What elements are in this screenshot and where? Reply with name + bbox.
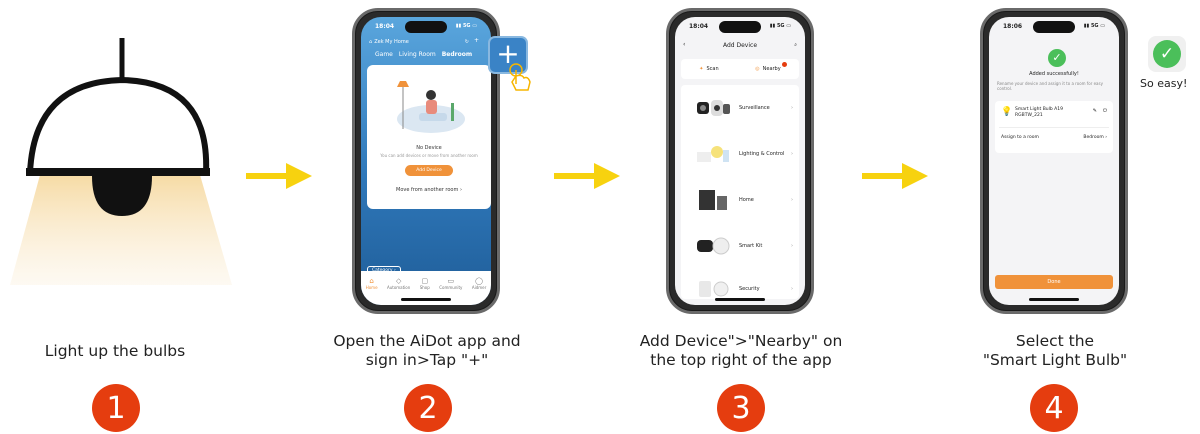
- room-illustration: [397, 81, 465, 133]
- plus-icon-small[interactable]: +: [474, 37, 479, 44]
- status-time: 18:04: [375, 22, 395, 30]
- check-icon: ✓: [1048, 49, 1066, 67]
- nearby-button[interactable]: ◎ Nearby: [755, 62, 787, 72]
- step-4-number: 4: [1030, 384, 1078, 432]
- phone-aidot-home: 18:04 ▮▮ 5G ▭ ⌂ Zek My Home ↻ + Game Livi…: [352, 8, 500, 314]
- edit-icon[interactable]: ✎: [1093, 108, 1097, 114]
- bulb-icon: 💡: [1001, 107, 1013, 117]
- done-button[interactable]: Done: [995, 275, 1113, 289]
- phone-added-success: 18:06 ▮▮ 5G ▭ ✓ Added successfully! Renam…: [980, 8, 1128, 314]
- nearby-icon: ◎: [755, 66, 760, 72]
- home-name[interactable]: Zek My Home: [374, 39, 409, 45]
- device-model: RGBTW_221: [1015, 113, 1043, 118]
- add-device-button[interactable]: Add Device: [405, 165, 453, 176]
- step-2-caption: Open the AiDot app and sign in>Tap "+": [333, 332, 521, 369]
- step-3-number: 3: [717, 384, 765, 432]
- phone-add-device: 18:04 ▮▮ 5G ▭ ‹ Add Device ⌕ ✦ Scan ◎ Nearb…: [666, 8, 814, 314]
- empty-room-card: No Device You can add devices or move fr…: [367, 65, 491, 209]
- device-card: 💡 Smart Light Bulb A19 RGBTW_221 ✎ ⏻ Ass…: [995, 101, 1113, 153]
- refresh-icon[interactable]: ↻: [465, 39, 469, 45]
- so-easy-badge: ✓: [1148, 36, 1186, 72]
- device-name: Smart Light Bulb A19: [1015, 107, 1063, 112]
- arrow-right-icon: [862, 163, 928, 189]
- check-icon: ✓: [1153, 40, 1181, 68]
- category-lighting[interactable]: Lighting & Control ›: [681, 131, 799, 177]
- step-2-number: 2: [404, 384, 452, 432]
- tutorial-steps: 18:04 ▮▮ 5G ▭ ⌂ Zek My Home ↻ + Game Livi…: [0, 0, 1200, 434]
- so-easy-text: So easy!: [1140, 77, 1188, 90]
- assign-room-label: Assign to a room: [1001, 135, 1039, 140]
- search-icon[interactable]: ⌕: [794, 42, 797, 48]
- category-surveillance[interactable]: Surveillance ›: [681, 85, 799, 131]
- step-4-caption: Select the "Smart Light Bulb": [982, 332, 1128, 369]
- rename-hint: Rename your device and assign it to a ro…: [997, 81, 1103, 91]
- status-time: 18:04: [689, 22, 709, 30]
- lamp-illustration: [10, 38, 232, 285]
- move-from-room-link[interactable]: Move from another room ›: [367, 187, 491, 193]
- status-time: 18:06: [1003, 22, 1023, 30]
- power-icon[interactable]: ⏻: [1103, 108, 1107, 114]
- empty-desc: You can add devices or move from another…: [380, 153, 478, 158]
- scan-button[interactable]: ✦ Scan: [699, 66, 718, 72]
- arrow-right-icon: [246, 163, 312, 189]
- category-home[interactable]: Home ›: [681, 177, 799, 223]
- tab-game[interactable]: Game: [375, 51, 393, 58]
- tab-bedroom[interactable]: Bedroom: [442, 51, 472, 58]
- step-1-number: 1: [92, 384, 140, 432]
- success-text: Added successfully!: [1029, 71, 1079, 77]
- nav-home[interactable]: ⌂ Home: [366, 277, 378, 305]
- category-list: Surveillance › Lighting & Control › Home › …: [681, 85, 799, 299]
- arrow-right-icon: [554, 163, 620, 189]
- room-selector[interactable]: Bedroom ›: [1083, 135, 1107, 140]
- scan-icon: ✦: [699, 66, 704, 72]
- screen-title: Add Device: [722, 42, 758, 49]
- add-method-bar: ✦ Scan ◎ Nearby: [681, 59, 799, 79]
- nav-account[interactable]: ◯ Aidmer: [472, 277, 486, 305]
- tap-hand-icon: [509, 63, 531, 91]
- home-icon: ⌂: [369, 39, 373, 45]
- empty-title: No Device: [416, 145, 442, 151]
- category-smart-kit[interactable]: Smart Kit ›: [681, 223, 799, 269]
- tab-living-room[interactable]: Living Room: [399, 51, 436, 58]
- step-1-caption: Light up the bulbs: [44, 342, 186, 360]
- step-3-caption: Add Device">"Nearby" on the top right of …: [639, 332, 843, 369]
